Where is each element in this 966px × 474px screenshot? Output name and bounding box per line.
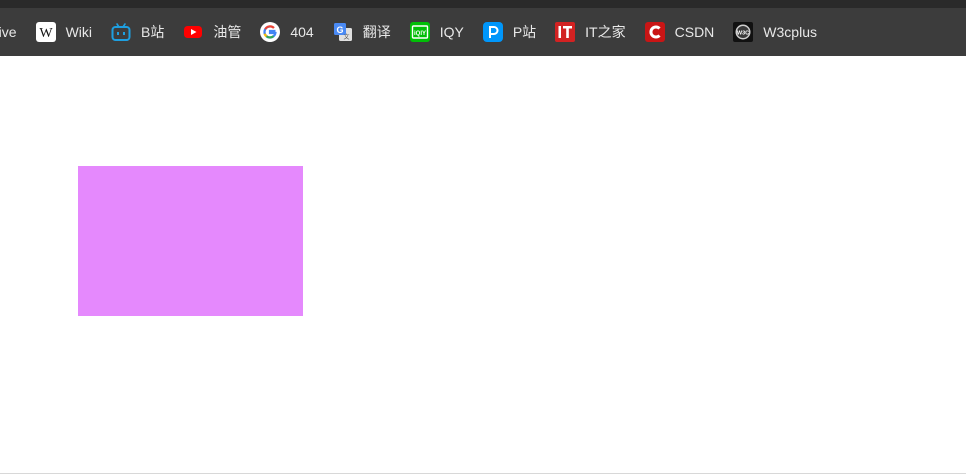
bookmark-label: 翻译 bbox=[362, 24, 391, 40]
google-icon bbox=[260, 22, 281, 42]
page-content bbox=[0, 56, 966, 474]
iqiyi-icon: iQIY bbox=[409, 22, 430, 42]
bookmark-label: IT之家 bbox=[585, 24, 626, 40]
bookmark-pixiv[interactable]: P站 bbox=[475, 16, 544, 48]
bookmark-iqiyi[interactable]: iQIY IQY bbox=[402, 16, 472, 48]
bookmark-youtube[interactable]: 油管 bbox=[175, 16, 249, 48]
bookmark-label: P站 bbox=[512, 24, 537, 40]
svg-text:文: 文 bbox=[343, 33, 349, 41]
bookmark-translate[interactable]: G 文 翻译 bbox=[325, 16, 399, 48]
bookmark-drive[interactable]: rive bbox=[0, 16, 25, 48]
bookmark-google[interactable]: 404 bbox=[252, 16, 321, 48]
bilibili-icon bbox=[111, 22, 131, 42]
bookmark-ithome[interactable]: IT之家 bbox=[547, 16, 633, 48]
bookmark-bilibili[interactable]: B站 bbox=[103, 16, 172, 48]
bookmark-label: 油管 bbox=[213, 24, 242, 40]
bookmarks-bar: rive W Wiki B站 bbox=[0, 0, 966, 56]
wikipedia-icon: W bbox=[35, 22, 56, 42]
pixiv-icon bbox=[482, 22, 503, 42]
w3cplus-icon: W3C bbox=[733, 22, 754, 42]
bookmark-label: CSDN bbox=[674, 24, 715, 40]
bookmark-w3cplus[interactable]: W3C W3cplus bbox=[725, 16, 825, 48]
bookmark-label: rive bbox=[0, 24, 17, 40]
ithome-icon bbox=[555, 22, 576, 42]
bookmark-label: Wiki bbox=[65, 24, 92, 40]
bookmark-csdn[interactable]: CSDN bbox=[637, 16, 723, 48]
translate-icon: G 文 bbox=[333, 22, 353, 42]
svg-text:G: G bbox=[336, 25, 343, 35]
bookmark-label: IQY bbox=[439, 24, 464, 40]
bookmark-label: W3cplus bbox=[763, 24, 817, 40]
svg-text:iQIY: iQIY bbox=[414, 31, 426, 37]
svg-text:W3C: W3C bbox=[737, 30, 749, 36]
bookmark-label: 404 bbox=[290, 24, 314, 40]
csdn-icon bbox=[644, 22, 665, 42]
pink-box bbox=[78, 166, 303, 316]
youtube-icon bbox=[183, 22, 203, 42]
bookmark-wiki[interactable]: W Wiki bbox=[28, 16, 100, 48]
svg-text:W: W bbox=[39, 26, 53, 41]
bookmark-label: B站 bbox=[141, 24, 165, 40]
